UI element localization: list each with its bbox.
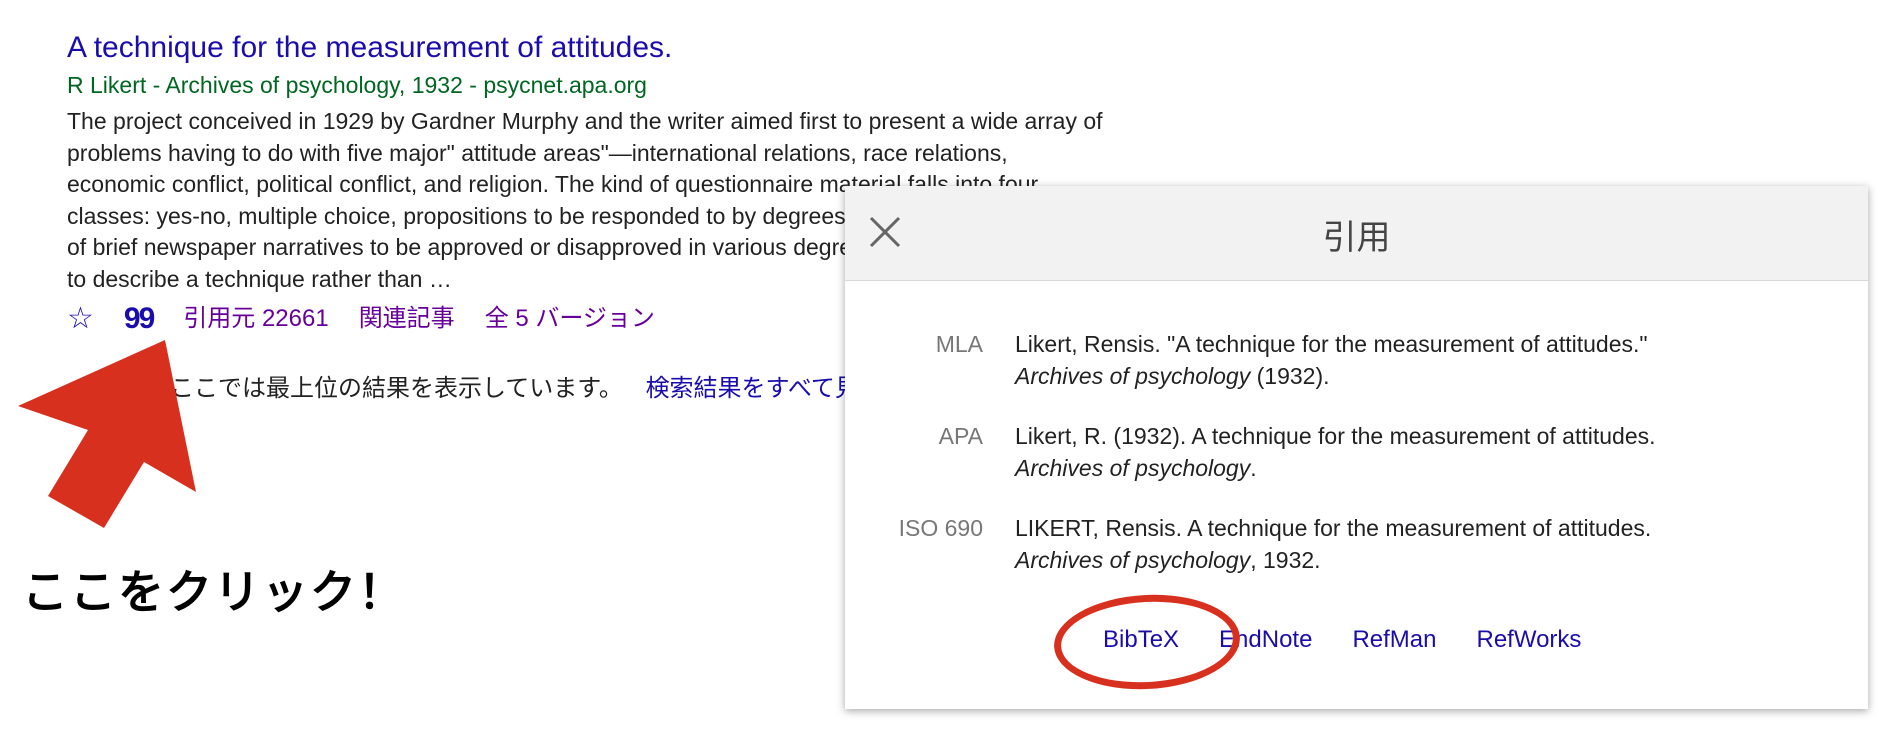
citation-row-iso690: ISO 690 LIKERT, Rensis. A technique for … xyxy=(845,512,1868,576)
export-endnote-link[interactable]: EndNote xyxy=(1219,626,1312,654)
dialog-header: 引用 xyxy=(845,186,1868,281)
result-title-link[interactable]: A technique for the measurement of attit… xyxy=(67,28,1107,68)
citation-journal: Archives of psychology xyxy=(1015,547,1251,573)
cite-dialog: 引用 MLA Likert, Rensis. "A technique for … xyxy=(845,186,1868,709)
arrow-shape xyxy=(18,340,196,528)
export-refworks-link[interactable]: RefWorks xyxy=(1477,626,1582,654)
citation-text[interactable]: LIKERT, Rensis. A technique for the meas… xyxy=(1015,512,1815,576)
citation-style-label: APA xyxy=(938,423,983,449)
citation-style-label: ISO 690 xyxy=(898,515,983,541)
citation-text[interactable]: Likert, R. (1932). A technique for the m… xyxy=(1015,420,1815,484)
citations-list: MLA Likert, Rensis. "A technique for the… xyxy=(845,328,1868,604)
click-here-label: ここをクリック！ xyxy=(22,566,406,618)
export-bibtex-link[interactable]: BibTeX xyxy=(1103,626,1179,654)
red-arrow-annotation xyxy=(18,340,196,528)
versions-link[interactable]: 全 5 バージョン xyxy=(485,301,655,337)
citation-row-apa: APA Likert, R. (1932). A technique for t… xyxy=(845,420,1868,484)
top-results-notice: ここでは最上位の結果を表示しています。 検索結果をすべて見る xyxy=(170,368,883,403)
citation-text[interactable]: Likert, Rensis. "A technique for the mea… xyxy=(1015,328,1815,392)
export-links: BibTeX EndNote RefMan RefWorks xyxy=(1103,626,1581,654)
result-source: R Likert - Archives of psychology, 1932 … xyxy=(67,72,647,98)
notice-text: ここでは最上位の結果を表示しています。 xyxy=(170,375,623,402)
citation-journal: Archives of psychology xyxy=(1015,363,1251,389)
citation-journal: Archives of psychology xyxy=(1015,455,1251,481)
citation-row-mla: MLA Likert, Rensis. "A technique for the… xyxy=(845,328,1868,392)
dialog-title: 引用 xyxy=(1322,219,1391,257)
export-refman-link[interactable]: RefMan xyxy=(1352,626,1436,654)
citation-tail: (1932). xyxy=(1250,363,1330,389)
citation-tail: . xyxy=(1250,455,1257,481)
related-articles-link[interactable]: 関連記事 xyxy=(359,301,455,337)
citation-main: Likert, R. (1932). A technique for the m… xyxy=(1015,423,1656,449)
citation-main: LIKERT, Rensis. A technique for the meas… xyxy=(1015,515,1652,541)
citation-style-label: MLA xyxy=(935,331,983,357)
citation-main: Likert, Rensis. "A technique for the mea… xyxy=(1015,331,1648,357)
citation-tail: , 1932. xyxy=(1250,547,1321,573)
